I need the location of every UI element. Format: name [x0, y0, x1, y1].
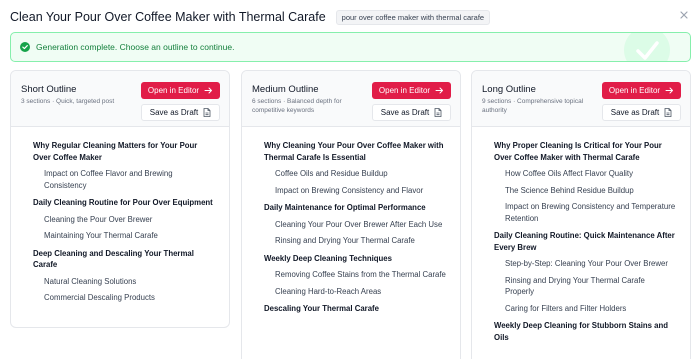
outline-h2-item: Weekly Deep Cleaning Techniques [264, 253, 392, 263]
keyword-badge: pour over coffee maker with thermal cara… [335, 9, 491, 25]
document-icon [664, 108, 672, 117]
open-in-editor-button[interactable]: Open in Editor [372, 82, 451, 99]
outline-h2-item: Why Cleaning Your Pour Over Coffee Maker… [264, 141, 444, 162]
outline-list: Why Regular Cleaning Matters for Your Po… [11, 127, 229, 319]
save-as-draft-button[interactable]: Save as Draft [372, 104, 451, 121]
outline-h3-item: Impact on Coffee Flavor and Brewing Cons… [44, 169, 173, 190]
open-in-editor-label: Open in Editor [378, 86, 431, 95]
open-in-editor-button[interactable]: Open in Editor [141, 82, 220, 99]
modal-title: Clean Your Pour Over Coffee Maker with T… [10, 10, 326, 24]
open-in-editor-label: Open in Editor [147, 86, 200, 95]
arrow-right-icon [665, 87, 674, 94]
save-as-draft-label: Save as Draft [149, 108, 199, 117]
outline-h3-item: Impact on Brewing Consistency and Flavor [275, 185, 424, 195]
outline-h3-item: Rinsing and Drying Your Thermal Carafe P… [505, 275, 645, 297]
outline-h3-item: How Coffee Oils Affect Flavor Quality [505, 169, 633, 178]
outline-h3-item: Impact on Brewing Consistency and Temper… [505, 202, 676, 223]
outline-h3-item: Natural Cleaning Solutions [44, 276, 137, 286]
outline-card-long: Long Outline 9 sections · Comprehensive … [471, 70, 691, 359]
outline-h3-item: Cleaning the Pour Over Brewer [44, 214, 153, 224]
outline-title: Short Outline [21, 84, 77, 95]
close-icon[interactable] [678, 9, 690, 21]
save-as-draft-label: Save as Draft [610, 108, 660, 117]
outline-description: 3 sections · Quick, targeted post [21, 98, 115, 105]
outline-h3-item: Step-by-Step: Cleaning Your Pour Over Br… [505, 259, 668, 268]
outline-list: Why Proper Cleaning Is Critical for Your… [472, 127, 690, 358]
outline-title: Medium Outline [252, 84, 319, 95]
outline-h3-item: Caring for Filters and Filter Holders [505, 303, 627, 313]
outline-h2-item: Why Regular Cleaning Matters for Your Po… [33, 141, 198, 162]
outline-h3-item: Commercial Descaling Products [44, 293, 155, 302]
outline-h2-item: Weekly Deep Cleaning for Stubborn Stains… [494, 321, 669, 342]
modal-header: Clean Your Pour Over Coffee Maker with T… [10, 8, 690, 26]
success-message: Generation complete. Choose an outline t… [36, 42, 235, 52]
open-in-editor-button[interactable]: Open in Editor [602, 82, 681, 99]
arrow-right-icon [435, 87, 444, 94]
outline-h2-item: Descaling Your Thermal Carafe [264, 304, 379, 313]
outline-h2-item: Daily Maintenance for Optimal Performanc… [264, 203, 426, 212]
outline-description: 9 sections · Comprehensive topical autho… [482, 98, 584, 114]
outline-card-short: Short Outline 3 sections · Quick, target… [10, 70, 230, 328]
decorative-check-icon [624, 33, 670, 61]
save-as-draft-label: Save as Draft [380, 108, 430, 117]
outline-card-header: Medium Outline 6 sections · Balanced dep… [242, 71, 460, 127]
outline-description: 6 sections · Balanced depth for competit… [252, 98, 342, 114]
arrow-right-icon [204, 87, 213, 94]
outline-h2-item: Deep Cleaning and Descaling Your Thermal… [33, 248, 194, 270]
outline-h3-item: Rinsing and Drying Your Thermal Carafe [275, 236, 415, 245]
outline-card-medium: Medium Outline 6 sections · Balanced dep… [241, 70, 461, 359]
outline-h3-item: Coffee Oils and Residue Buildup [275, 169, 388, 178]
outline-card-header: Long Outline 9 sections · Comprehensive … [472, 71, 690, 127]
save-as-draft-button[interactable]: Save as Draft [141, 104, 220, 121]
check-circle-icon [20, 42, 30, 52]
open-in-editor-label: Open in Editor [608, 86, 661, 95]
document-icon [434, 108, 442, 117]
outline-h2-item: Why Proper Cleaning Is Critical for Your… [494, 141, 662, 162]
outline-h3-item: Removing Coffee Stains from the Thermal … [275, 270, 446, 279]
save-as-draft-button[interactable]: Save as Draft [602, 104, 681, 121]
outline-h3-item: The Science Behind Residue Buildup [505, 185, 634, 195]
outline-h3-item: Maintaining Your Thermal Carafe [44, 231, 158, 240]
outline-list: Why Cleaning Your Pour Over Coffee Maker… [242, 127, 460, 330]
success-banner: Generation complete. Choose an outline t… [10, 32, 691, 62]
outline-picker-modal: Clean Your Pour Over Coffee Maker with T… [0, 0, 700, 359]
outline-h2-item: Daily Cleaning Routine for Pour Over Equ… [33, 198, 213, 207]
document-icon [203, 108, 211, 117]
outline-h2-item: Daily Cleaning Routine: Quick Maintenanc… [494, 231, 675, 252]
outline-title: Long Outline [482, 84, 536, 95]
outline-h3-item: Cleaning Hard-to-Reach Areas [275, 286, 382, 296]
outline-card-header: Short Outline 3 sections · Quick, target… [11, 71, 229, 127]
outline-h3-item: Cleaning Your Pour Over Brewer After Eac… [275, 219, 443, 229]
